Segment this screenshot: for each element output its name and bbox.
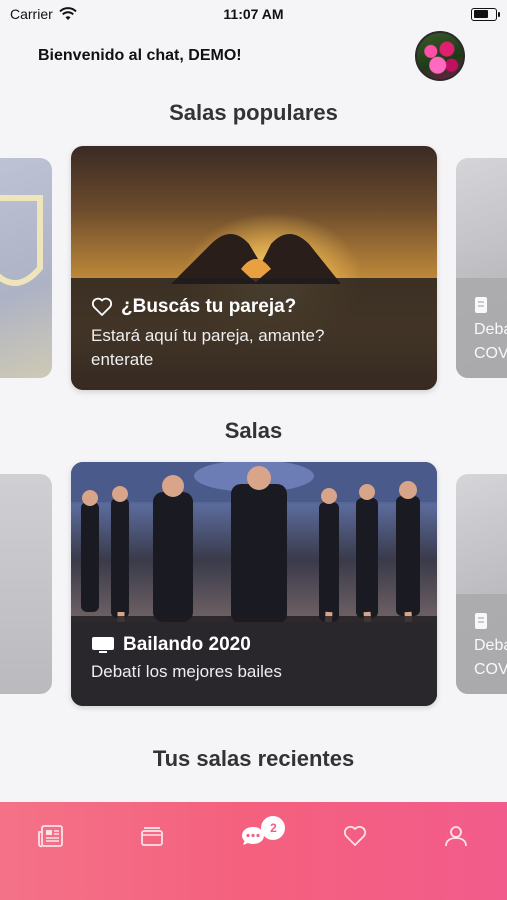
tab-wallet[interactable] <box>127 824 177 858</box>
status-bar: Carrier 11:07 AM <box>0 0 507 28</box>
battery-icon <box>471 7 500 21</box>
tab-profile[interactable] <box>431 824 481 858</box>
popular-carousel[interactable]: ¿Buscás tu pareja? Estará aquí tu pareja… <box>0 146 507 392</box>
rooms-next-desc-line2: COV <box>474 661 507 678</box>
tab-favorites[interactable] <box>330 824 380 858</box>
chat-badge: 2 <box>261 816 286 840</box>
rooms-card-next[interactable]: Deba COV <box>456 474 507 694</box>
header: Bienvenido al chat, DEMO! <box>0 30 507 82</box>
rooms-section-title: Salas <box>224 418 283 443</box>
popular-section-title: Salas populares <box>169 100 338 125</box>
popular-card-info: ¿Buscás tu pareja? Estará aquí tu pareja… <box>71 278 437 390</box>
popular-card-title: ¿Buscás tu pareja? <box>121 296 297 317</box>
recent-section-title: Tus salas recientes <box>152 746 355 771</box>
popular-card[interactable]: ¿Buscás tu pareja? Estará aquí tu pareja… <box>71 146 437 390</box>
news-icon <box>37 825 63 848</box>
heart-icon <box>343 825 366 846</box>
rooms-card-prev[interactable] <box>0 474 52 694</box>
popular-card-next[interactable]: Deba COV <box>456 158 507 378</box>
tab-chat[interactable]: 2 <box>228 816 286 858</box>
popular-card-desc-line1: Estará aquí tu pareja, amante? <box>91 326 325 345</box>
rooms-card-info: Bailando 2020 Debatí los mejores bailes <box>71 616 437 706</box>
wallet-icon <box>141 827 163 846</box>
welcome-message: Bienvenido al chat, DEMO! <box>38 47 242 64</box>
heart-outline-icon <box>91 297 113 316</box>
rooms-card[interactable]: Bailando 2020 Debatí los mejores bailes <box>71 462 437 706</box>
rooms-card-desc: Debatí los mejores bailes <box>91 662 282 681</box>
heart-hands-image <box>171 234 341 284</box>
tv-icon <box>92 637 114 653</box>
popular-next-desc-line1: Deba <box>474 321 507 338</box>
rooms-card-title: Bailando 2020 <box>123 634 251 655</box>
popular-card-desc-line2: enterate <box>91 350 154 369</box>
avatar[interactable] <box>415 31 465 81</box>
shield-icon <box>0 195 43 286</box>
rooms-carousel[interactable]: Bailando 2020 Debatí los mejores bailes … <box>0 462 507 708</box>
tab-news[interactable] <box>26 824 76 858</box>
document-icon <box>475 297 487 313</box>
document-icon <box>475 613 487 629</box>
profile-icon <box>445 826 468 847</box>
tab-bar: 2 <box>0 802 507 900</box>
popular-card-prev[interactable] <box>0 158 52 378</box>
clock: 11:07 AM <box>223 6 284 22</box>
rooms-next-desc-line1: Deba <box>474 637 507 654</box>
popular-next-desc-line2: COV <box>474 345 507 362</box>
